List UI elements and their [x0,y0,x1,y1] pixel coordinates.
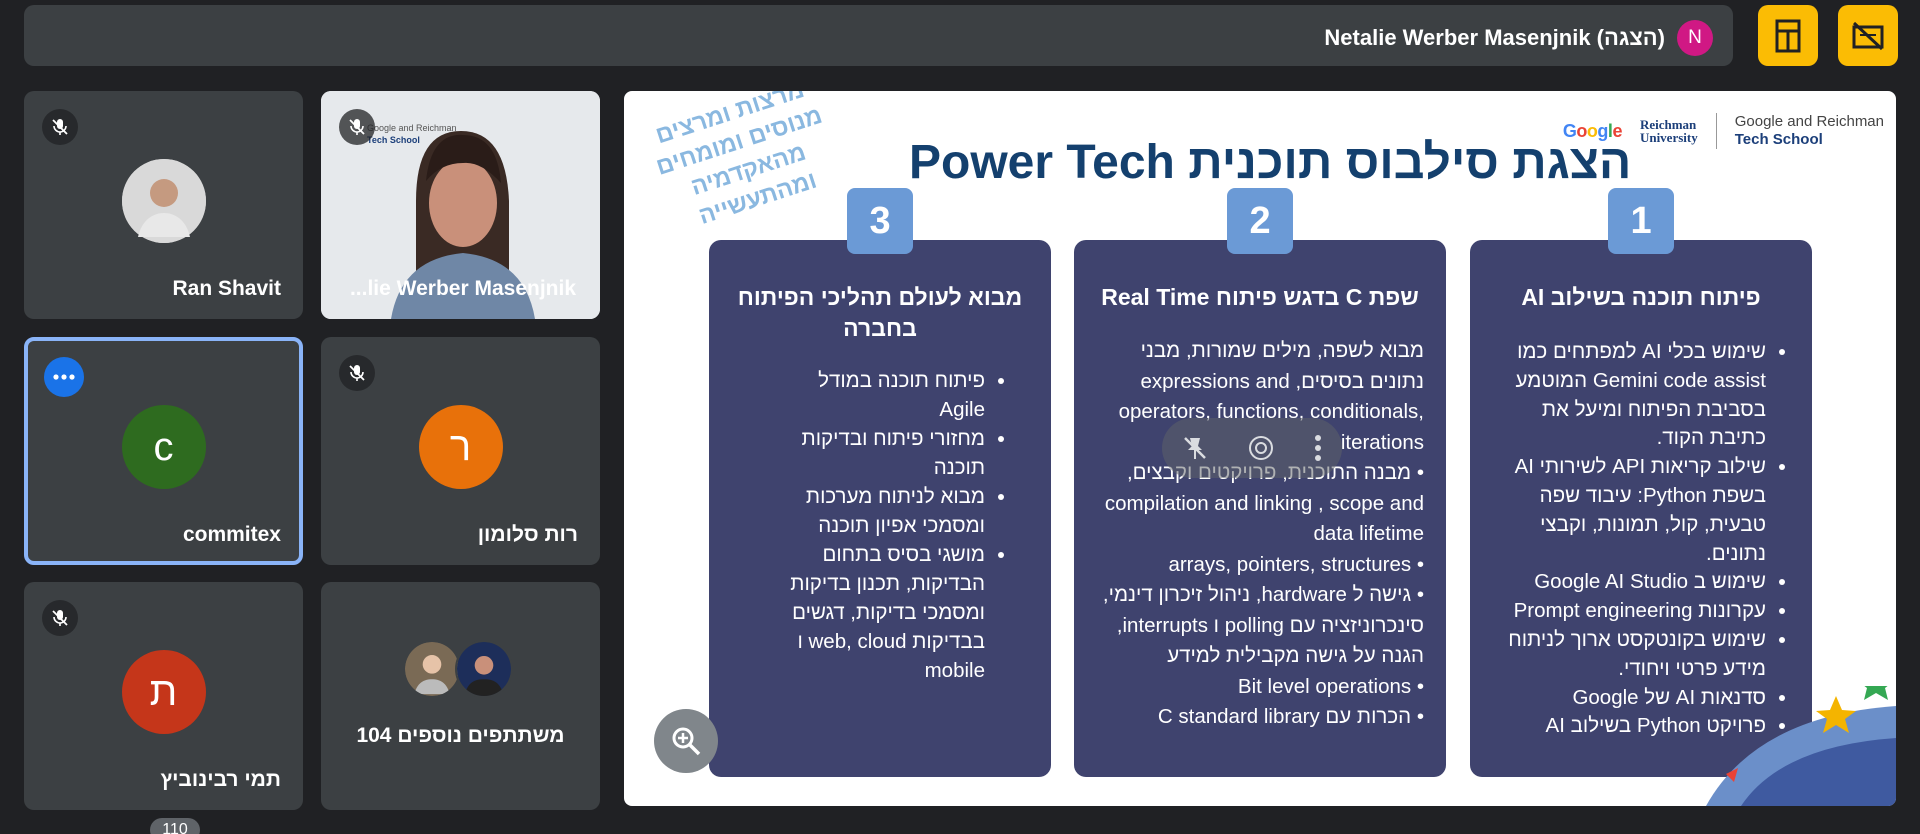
slide-stamp: מרצות ומרצים מנוסים ומומחים מהאקדמיה ומה… [626,91,863,246]
more-vertical-icon [1315,435,1321,461]
avatar: ר [418,405,503,489]
column-title: פיתוח תוכנה בשילוב AI [1521,284,1761,310]
participant-name: Ran Shavit [172,277,281,300]
list-item: מחזורי פיתוח ובדיקות תוכנה [769,424,985,482]
presenter-label: Netalie Werber Masenjnik (הצגה) [1324,25,1665,50]
unpin-icon [1184,437,1206,459]
participant-name: ...lie Werber Masenjnik [349,277,576,300]
mic-off-icon [42,600,78,636]
reichman-line2: University [1639,130,1698,145]
list-item: שימוש בקונטקסט ארוך לניתוח מידע פרטי ויח… [1486,626,1766,684]
presentation-slide: מרצות ומרצים מנוסים ומומחים מהאקדמיה ומה… [624,91,1896,806]
presenter-info: Netalie Werber Masenjnik (הצגה) N [1324,20,1713,56]
column-number: 2 [1227,188,1293,254]
list-item: שימוש ב Google AI Studio [1486,568,1766,597]
tech-school-label: Google and Reichman Tech School [1735,113,1884,149]
mic-off-icon [339,109,375,145]
slide-title: הצגת סילבוס תוכנית Power Tech [909,136,1632,189]
column-title: שפת C בדגש פיתוח Real Time [1101,284,1419,310]
list-item: שילוב קריאות API לשירותי AI בשפת Python:… [1486,453,1766,568]
reichman-logo: Reichman University [1640,118,1698,144]
avatar [454,640,513,698]
participant-tile-rut-salomon[interactable]: ר רות סלומון [321,337,600,565]
participant-tile-ran-shavit[interactable]: Ran Shavit [24,91,303,319]
meet-window: Netalie Werber Masenjnik (הצגה) N Ran Sh… [0,0,1920,834]
column-items: מבוא לשפה, מילים שמורות, מבני נתונים בסי… [1090,336,1424,733]
svg-text:Tech School: Tech School [367,135,420,145]
column-items: פיתוח תוכנה במודל Agile מחזורי פיתוח ובד… [769,366,1009,685]
participant-name: commitex [182,523,281,546]
school-line2: Tech School [1734,131,1823,148]
participant-name: תמי רבינוביץ [160,768,281,791]
syllabus-column-2: 2 שפת C בדגש פיתוח Real Time מבוא לשפה, … [1074,188,1446,777]
column-title: מבוא לעולם תהליכי הפיתוח בחברה [737,284,1023,341]
participant-name: רות סלומון [477,523,578,546]
list-item: עקרונות Prompt engineering [1486,597,1766,626]
participant-count-badge: 110 [150,818,200,834]
stop-presenting-button[interactable] [1838,5,1898,66]
others-thumbnails [402,640,519,704]
decorative-shapes [1706,686,1896,806]
list-item: • הכרות עם C standard library [1157,705,1424,728]
mic-off-icon [339,355,375,391]
zoom-in-icon [672,727,701,756]
participant-tile-commitex[interactable]: c commitex [24,337,303,565]
participant-tile-others[interactable]: 104 משתתפים נוספים [321,582,600,810]
participant-tile-tami-rabinovich[interactable]: ת תמי רבינוביץ [24,582,303,810]
room-icon [1775,19,1801,52]
more-horizontal-icon [53,374,75,380]
presenter-bar: Netalie Werber Masenjnik (הצגה) N [24,5,1733,66]
list-item: • Bit level operations [1237,674,1424,698]
room-button[interactable] [1758,5,1818,66]
fullscreen-icon [1249,436,1273,460]
syllabus-column-3: 3 מבוא לעולם תהליכי הפיתוח בחברה פיתוח ת… [709,188,1051,777]
school-line1: Google and Reichman [1734,113,1884,130]
brand-divider [1715,113,1717,149]
mic-off-icon [42,109,78,145]
column-number: 3 [847,188,913,254]
list-item: פיתוח תוכנה במודל Agile [769,366,985,424]
avatar [121,159,206,243]
list-item: • גישה ל hardware, ניהול זיכרון דינמי, ס… [1102,583,1424,667]
column-number: 1 [1608,188,1674,254]
presenter-avatar[interactable]: N [1677,20,1713,56]
others-count-label: 104 משתתפים נוספים [356,724,565,747]
tile-overlay-controls[interactable] [1162,418,1342,478]
zoom-button[interactable] [654,709,718,773]
list-item: מושגי בסיס בתחום הבדיקות, תכנון בדיקות ו… [769,540,985,685]
svg-text:Google and Reichman: Google and Reichman [367,123,457,133]
list-item: • arrays, pointers, structures [1168,552,1424,576]
stop-presenting-icon [1852,21,1884,50]
list-item: מבוא לניתוח מערכות ומסמכי אפיון תוכנה [769,482,985,540]
more-options-button[interactable] [44,357,84,397]
list-item: שימוש בכלי AI למפתחים כמו Gemini code as… [1486,338,1766,453]
avatar: ת [121,650,206,734]
column-items: שימוש בכלי AI למפתחים כמו Gemini code as… [1486,338,1790,741]
participant-tile-netalie[interactable]: Google and Reichman Tech School ...lie W… [321,91,600,319]
avatar: c [121,405,206,489]
avatar [402,640,461,698]
